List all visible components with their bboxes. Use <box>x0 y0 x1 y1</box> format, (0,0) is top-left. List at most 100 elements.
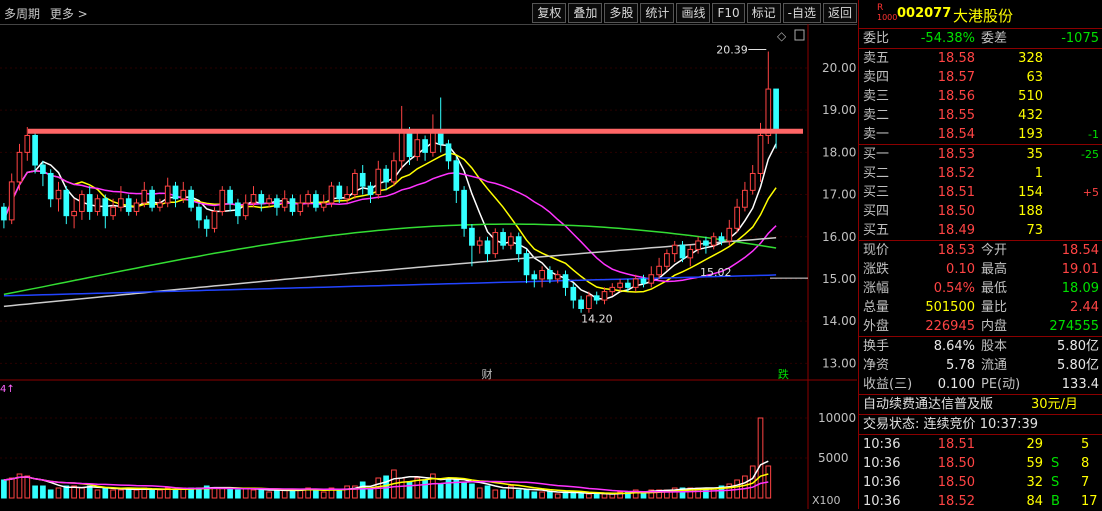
stock-name: 大港股份 <box>953 7 1014 25</box>
event-marker[interactable]: 财 <box>482 367 493 381</box>
toolbar-button-4[interactable]: 画线 <box>676 3 711 23</box>
stat-row: 现价 18.53 今开 18.54 <box>863 243 1099 258</box>
volume-bar <box>32 485 38 499</box>
candle <box>562 270 569 296</box>
candle <box>523 249 530 284</box>
ask-row: 卖三 18.56 510 <box>859 87 1102 106</box>
candle <box>422 135 428 161</box>
volume-bar <box>227 487 233 499</box>
ask-price: 18.57 <box>937 70 975 85</box>
fee-banner[interactable]: 自动续费通达信普及版 30元/月 <box>859 394 1102 414</box>
toolbar-button-1[interactable]: 叠加 <box>568 3 603 23</box>
ask-label: 卖二 <box>863 108 890 123</box>
candle <box>79 190 85 220</box>
stat-value: 0.10 <box>946 262 975 277</box>
volume-bar <box>274 489 280 499</box>
volume-bar <box>578 493 584 499</box>
ask-label: 卖三 <box>863 89 890 104</box>
candle <box>258 190 265 212</box>
volume-bar <box>336 489 343 499</box>
fund-row: 收益(三) 0.100 PE(动) 133.4 <box>863 377 1099 392</box>
bid-row: 买四 18.50 188 <box>859 202 1102 221</box>
volume-bar <box>406 481 413 499</box>
candle <box>476 236 483 254</box>
ask-price: 18.54 <box>937 127 975 142</box>
candle <box>593 291 600 305</box>
volume-bar <box>94 489 101 499</box>
bid-volume: 73 <box>1026 223 1043 238</box>
toolbar-button-5[interactable]: F10 <box>712 3 745 23</box>
candle <box>445 139 452 170</box>
volume-bar <box>476 487 483 499</box>
event-marker[interactable]: 跌 <box>778 367 789 381</box>
more-button[interactable]: 更多 > <box>50 7 88 21</box>
candle <box>305 190 311 208</box>
candle <box>391 152 397 187</box>
bid-volume: 188 <box>1018 204 1043 219</box>
candle <box>437 97 444 153</box>
diamond-icon[interactable]: ◇ <box>777 29 787 43</box>
volume-bar <box>250 489 257 499</box>
candle <box>157 198 163 212</box>
fund-value: 5.80亿 <box>1057 339 1099 354</box>
candle <box>211 207 218 233</box>
candle <box>375 160 382 199</box>
candle <box>703 236 709 254</box>
price-stats: 现价 18.53 今开 18.54 涨跌 0.10 最高 19.01 涨幅 0.54% 最低 18.0… <box>859 240 1102 336</box>
fund-value: 5.78 <box>946 358 975 373</box>
candle <box>320 194 327 212</box>
toolbar-button-3[interactable]: 统计 <box>640 3 675 23</box>
candle <box>172 181 179 208</box>
candle <box>749 165 756 195</box>
bid-label: 买二 <box>863 166 890 181</box>
y-tick-label: 15.00 <box>822 272 856 286</box>
volume-bar <box>118 489 124 499</box>
bid-volume: 35 <box>1026 147 1043 162</box>
volume-bar <box>86 485 93 499</box>
candle <box>297 194 304 216</box>
candle <box>500 228 506 250</box>
y-tick-label: 14.00 <box>822 314 856 328</box>
candle <box>274 194 280 216</box>
bid-volume: 1 <box>1034 166 1043 181</box>
candle <box>328 181 335 208</box>
kline-chart[interactable]: 20.00 19.00 18.00 17.00 16.00 15.00 14.00 13.00… <box>0 24 857 509</box>
volume-tick-label: 10000 <box>818 411 856 425</box>
candle <box>398 105 405 170</box>
volume-bar <box>344 485 350 499</box>
candle <box>352 169 358 199</box>
toolbar-button-0[interactable]: 复权 <box>532 3 567 23</box>
toolbar-button-7[interactable]: -自选 <box>782 3 821 23</box>
candle <box>617 278 623 292</box>
candle <box>632 274 639 292</box>
candle <box>492 228 499 258</box>
multi-period-button[interactable]: 多周期 <box>4 7 40 21</box>
fund-row: 净资 5.78 流通 5.80亿 <box>863 358 1099 373</box>
candle <box>133 198 140 216</box>
fund-value: 0.100 <box>937 377 975 392</box>
bid-label: 买四 <box>863 204 890 219</box>
toolbar-button-6[interactable]: 标记 <box>746 3 781 23</box>
stat-value: 226945 <box>925 319 975 334</box>
volume-bar <box>219 487 226 499</box>
toolbar-button-2[interactable]: 多股 <box>604 3 639 23</box>
candle <box>726 219 733 246</box>
candle <box>164 177 171 208</box>
volume-bar <box>593 493 600 499</box>
candle <box>430 114 436 157</box>
toolbar-button-8[interactable]: 返回 <box>822 3 857 23</box>
candle <box>141 181 148 208</box>
stat-row: 涨幅 0.54% 最低 18.09 <box>863 281 1099 296</box>
bid-change: +5 <box>1082 186 1099 199</box>
volume-bar <box>484 485 491 499</box>
fund-value: 8.64% <box>933 339 975 354</box>
volume-unit-label: X100 <box>812 494 841 507</box>
volume-bar <box>469 483 475 499</box>
ask-volume: 63 <box>1026 70 1043 85</box>
volume-indicator-label: 4↑ <box>0 384 15 395</box>
candle <box>55 181 62 212</box>
stock-title: R 1000 002077 大港股份 <box>859 0 1102 29</box>
candle <box>281 190 288 212</box>
window-icon[interactable] <box>794 29 805 41</box>
y-tick-label: 16.00 <box>822 230 856 244</box>
